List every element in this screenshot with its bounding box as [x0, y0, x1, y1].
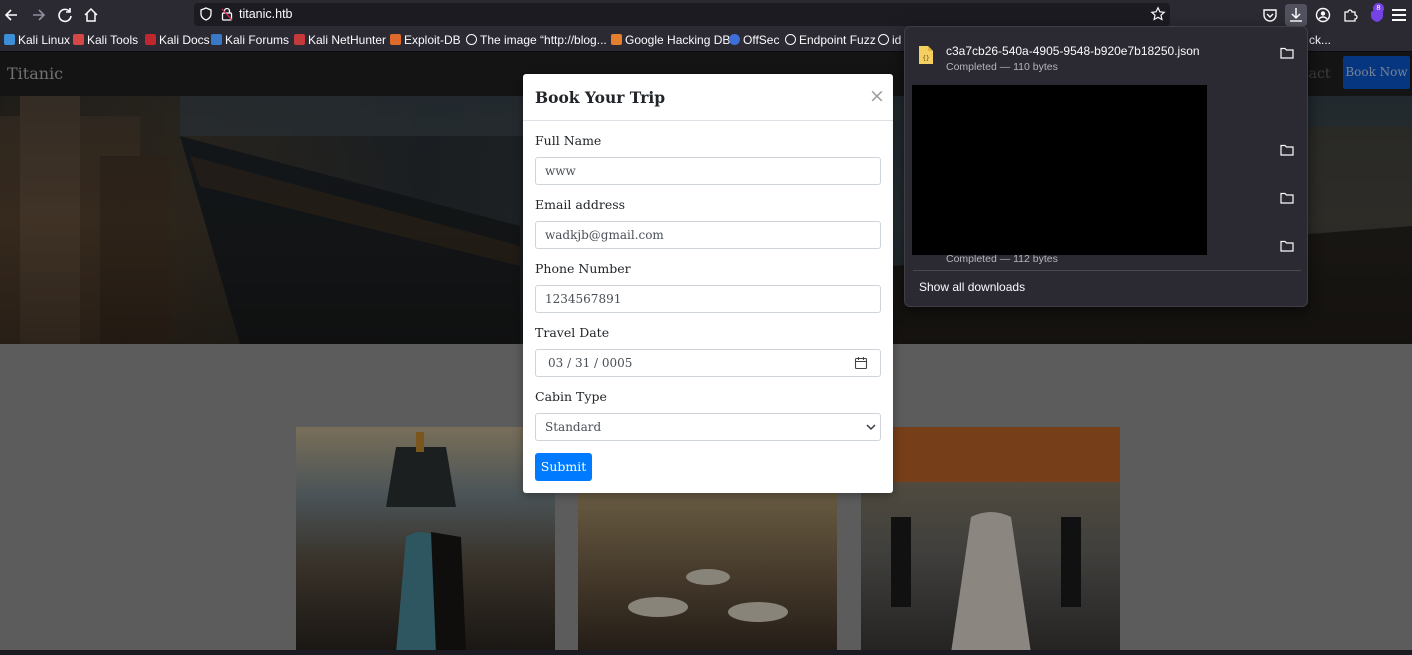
globe-icon — [466, 34, 477, 45]
puzzle-icon — [1344, 9, 1358, 22]
bookmark-kali-docs[interactable]: Kali Docs — [145, 29, 210, 52]
email-input[interactable]: wadkjb@gmail.com — [535, 221, 881, 249]
book-trip-modal: Book Your Trip × Full Name www Email add… — [523, 74, 893, 493]
url-text[interactable]: titanic.htb — [239, 3, 293, 26]
kali-dragon-icon — [4, 34, 15, 45]
bookmark-kali-tools[interactable]: Kali Tools — [73, 29, 138, 52]
kali-forums-icon — [211, 34, 222, 45]
bookmark-endpoint-fuzz[interactable]: Endpoint Fuzz — [785, 29, 876, 52]
modal-title: Book Your Trip — [535, 88, 666, 107]
browser-toolbar: titanic.htb 8 — [0, 0, 1412, 29]
svg-text:{}: {} — [922, 55, 929, 62]
folder-icon[interactable] — [1280, 240, 1294, 252]
reload-icon — [58, 8, 72, 23]
globe-icon — [785, 34, 796, 45]
bookmark-kali-forums[interactable]: Kali Forums — [211, 29, 289, 52]
download-item[interactable]: {} c3a7cb26-540a-4905-9548-b920e7b18250.… — [905, 31, 1307, 79]
modal-header: Book Your Trip × — [523, 74, 893, 121]
pocket-icon — [1263, 9, 1277, 22]
chevron-down-icon — [866, 424, 876, 431]
forward-button[interactable] — [27, 4, 49, 26]
full-name-label: Full Name — [535, 133, 602, 148]
cabin-type-value: Standard — [545, 420, 602, 434]
phone-label: Phone Number — [535, 261, 631, 276]
calendar-icon[interactable] — [854, 356, 868, 370]
bookmark-star-icon[interactable] — [1150, 6, 1166, 22]
downloads-panel: {} c3a7cb26-540a-4905-9548-b920e7b18250.… — [904, 26, 1308, 307]
submit-button[interactable]: Submit — [535, 453, 592, 481]
globe-icon — [878, 34, 889, 45]
lock-icon[interactable] — [220, 6, 234, 22]
bookmark-exploit-db[interactable]: Exploit-DB — [390, 29, 461, 52]
account-button[interactable] — [1312, 4, 1334, 26]
bookmark-partial[interactable]: id — [878, 29, 901, 52]
back-button[interactable] — [1, 4, 23, 26]
travel-date-input[interactable]: 03 / 31 / 0005 — [535, 349, 881, 377]
extensions-button[interactable] — [1339, 4, 1361, 26]
offsec-icon — [729, 34, 740, 45]
email-label: Email address — [535, 197, 626, 212]
download-filename: c3a7cb26-540a-4905-9548-b920e7b18250.jso… — [946, 44, 1200, 58]
full-name-input[interactable]: www — [535, 157, 881, 185]
back-arrow-icon — [4, 9, 17, 21]
downloads-button[interactable] — [1285, 4, 1307, 26]
cabin-type-label: Cabin Type — [535, 389, 607, 404]
download-status: Completed — 110 bytes — [946, 61, 1058, 73]
cabin-type-select[interactable]: Standard — [535, 413, 881, 441]
folder-icon[interactable] — [1280, 192, 1294, 204]
redacted-area — [912, 85, 1207, 255]
show-all-downloads-link[interactable]: Show all downloads — [919, 280, 1025, 294]
bookmark-offsec[interactable]: OffSec — [729, 29, 779, 52]
pocket-button[interactable] — [1259, 4, 1281, 26]
bookmark-kali-linux[interactable]: Kali Linux — [4, 29, 70, 52]
bottom-edge — [0, 650, 1412, 655]
downloads-divider — [913, 270, 1301, 271]
folder-icon[interactable] — [1280, 144, 1294, 156]
json-file-icon: {} — [919, 46, 933, 64]
bookmark-partial-right[interactable]: ck... — [1309, 29, 1331, 52]
bookmark-kali-nethunter[interactable]: Kali NetHunter — [294, 29, 386, 52]
phone-input[interactable]: 1234567891 — [535, 285, 881, 313]
home-icon — [84, 7, 98, 22]
reload-button[interactable] — [54, 4, 76, 26]
ghdb-icon — [611, 34, 622, 45]
hamburger-menu-button[interactable] — [1392, 9, 1406, 24]
kali-docs-icon — [145, 34, 156, 45]
account-icon — [1315, 7, 1331, 23]
extensions-count-badge: 8 — [1373, 3, 1384, 14]
nethunter-icon — [294, 34, 305, 45]
download-icon — [1290, 8, 1302, 22]
tracking-shield-icon[interactable] — [198, 6, 214, 22]
bookmark-image-blog[interactable]: The image “http://blog... — [466, 29, 607, 52]
url-bar[interactable]: titanic.htb — [194, 3, 1170, 26]
travel-date-label: Travel Date — [535, 325, 610, 340]
travel-date-value[interactable]: 03 / 31 / 0005 — [548, 356, 632, 370]
exploit-db-icon — [390, 34, 401, 45]
home-button[interactable] — [80, 4, 102, 26]
folder-icon[interactable] — [1280, 47, 1294, 59]
forward-arrow-icon — [33, 9, 46, 21]
kali-tools-icon — [73, 34, 84, 45]
close-icon[interactable]: × — [869, 84, 885, 108]
bookmark-google-hacking-db[interactable]: Google Hacking DB — [611, 29, 730, 52]
